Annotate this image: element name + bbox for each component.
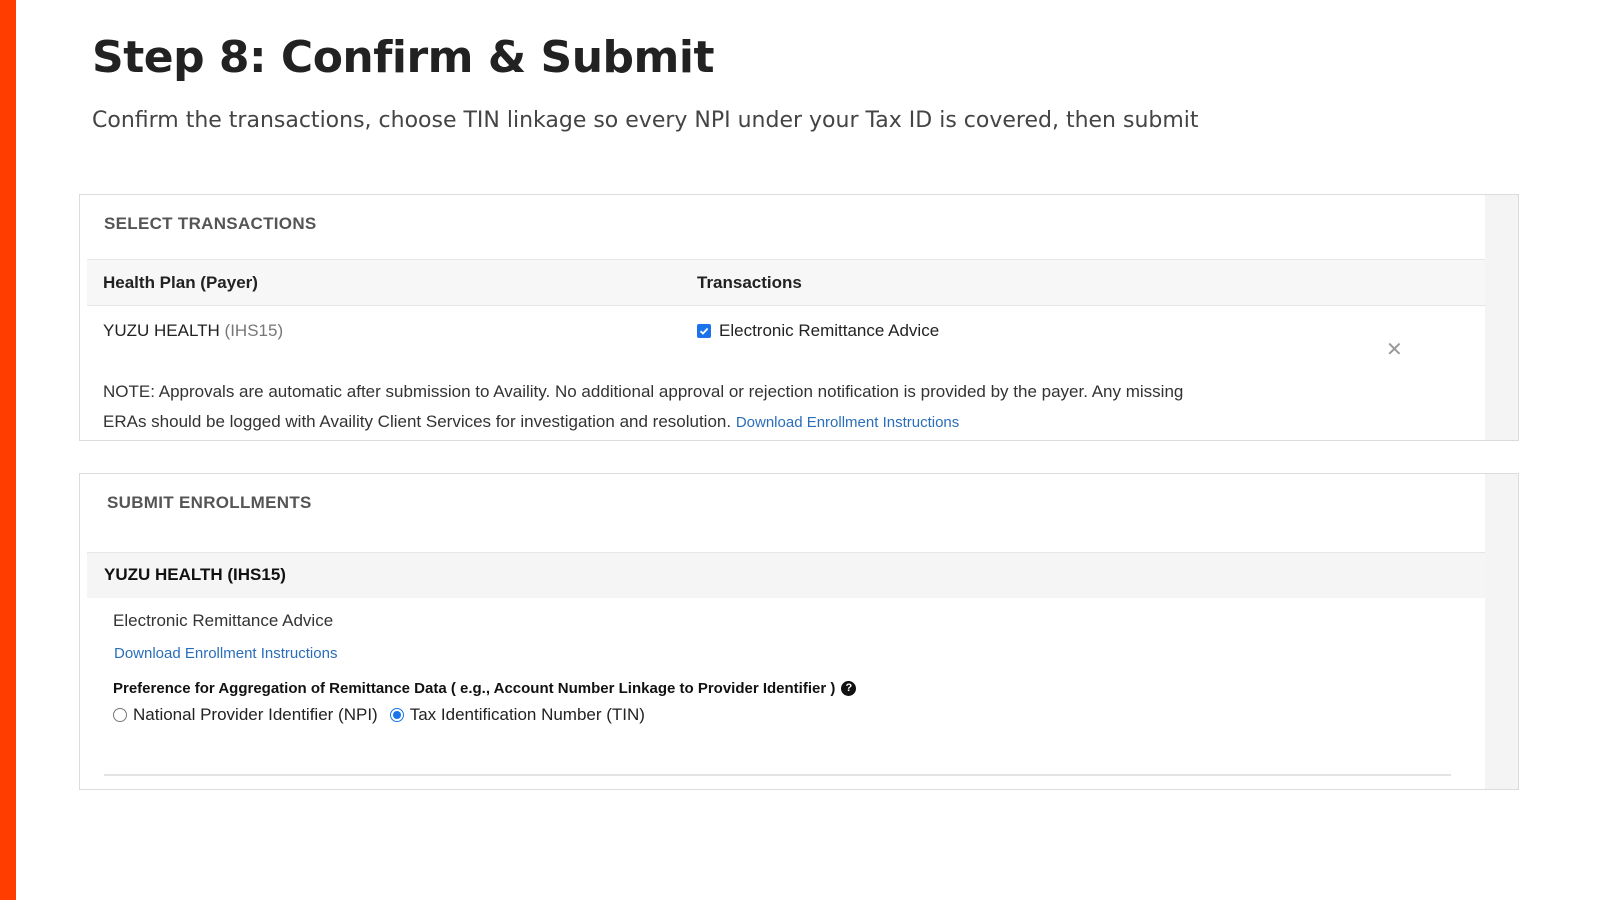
checkbox-checked-icon[interactable] <box>697 324 711 338</box>
transaction-label: Electronic Remittance Advice <box>719 321 940 340</box>
transaction-checkbox-era[interactable]: Electronic Remittance Advice <box>697 321 939 341</box>
page-title: Step 8: Confirm & Submit <box>92 32 715 83</box>
payer-name: YUZU HEALTH <box>103 321 220 340</box>
select-transactions-panel: SELECT TRANSACTIONS Health Plan (Payer) … <box>79 194 1519 441</box>
column-header-transactions: Transactions <box>697 273 802 292</box>
download-instructions-link[interactable]: Download Enrollment Instructions <box>114 645 337 662</box>
radio-npi[interactable]: National Provider Identifier (NPI) <box>113 705 378 725</box>
close-icon[interactable]: ✕ <box>1386 340 1403 360</box>
payer-section-bar: YUZU HEALTH (IHS15) <box>87 552 1485 598</box>
panel-scroll-gutter <box>1485 474 1518 789</box>
aggregation-preference-text: Preference for Aggregation of Remittance… <box>113 680 836 697</box>
submit-enrollments-header: SUBMIT ENROLLMENTS <box>107 493 312 512</box>
submit-enrollments-content: SUBMIT ENROLLMENTS YUZU HEALTH (IHS15) E… <box>87 474 1485 789</box>
download-instructions-link[interactable]: Download Enrollment Instructions <box>736 414 959 431</box>
select-transactions-content: SELECT TRANSACTIONS Health Plan (Payer) … <box>87 195 1485 440</box>
accent-bar <box>0 0 16 900</box>
radio-unchecked-icon[interactable] <box>113 708 127 722</box>
aggregation-radio-group: National Provider Identifier (NPI) Tax I… <box>113 705 657 725</box>
radio-checked-icon[interactable] <box>389 708 404 722</box>
select-transactions-header: SELECT TRANSACTIONS <box>104 214 317 233</box>
divider <box>104 774 1451 776</box>
payer-code: (IHS15) <box>224 321 284 340</box>
table-row-payer: YUZU HEALTH (IHS15) <box>103 321 283 341</box>
question-circle-icon[interactable]: ? <box>841 681 857 696</box>
radio-npi-label: National Provider Identifier (NPI) <box>133 705 378 724</box>
radio-tin-label: Tax Identification Number (TIN) <box>409 705 645 724</box>
page-subtitle: Confirm the transactions, choose TIN lin… <box>92 108 1199 133</box>
radio-tin[interactable]: Tax Identification Number (TIN) <box>389 705 645 725</box>
payer-section-title: YUZU HEALTH (IHS15) <box>104 565 286 584</box>
approval-note-text: NOTE: Approvals are automatic after subm… <box>103 382 1184 431</box>
transaction-name: Electronic Remittance Advice <box>113 611 334 630</box>
aggregation-preference-label: Preference for Aggregation of Remittance… <box>113 680 857 697</box>
panel-scroll-gutter <box>1485 195 1518 440</box>
transactions-table-header: Health Plan (Payer) Transactions <box>87 259 1485 306</box>
approval-note: NOTE: Approvals are automatic after subm… <box>103 377 1223 438</box>
column-header-payer: Health Plan (Payer) <box>103 273 258 292</box>
submit-enrollments-panel: SUBMIT ENROLLMENTS YUZU HEALTH (IHS15) E… <box>79 473 1519 790</box>
